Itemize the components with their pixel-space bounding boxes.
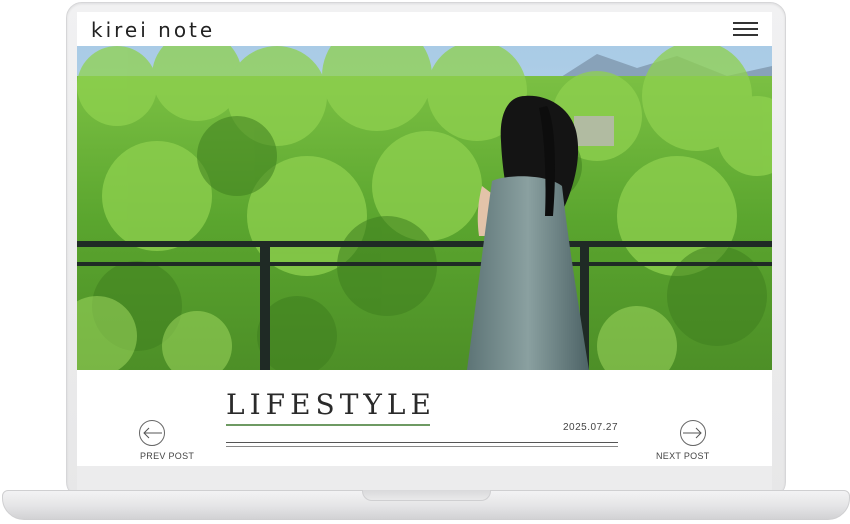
menu-bar (733, 22, 758, 24)
hamburger-menu-icon[interactable] (733, 20, 758, 38)
category-underline (226, 424, 430, 426)
prev-post-link[interactable]: PREV POST (140, 451, 194, 461)
post-date: 2025.07.27 (563, 422, 619, 433)
arrow-right-circle-icon[interactable] (680, 420, 706, 446)
post-info: LIFESTYLE 2025.07.27 PREV POST NEXT POST (77, 370, 772, 466)
divider (226, 442, 618, 443)
laptop-notch (362, 490, 491, 501)
hero-image (77, 46, 772, 370)
laptop-screen: kirei note LIFESTYLE 2025.07.27 PREV POS… (77, 12, 772, 466)
arrow-left-circle-icon[interactable] (139, 420, 165, 446)
menu-bar (733, 28, 758, 30)
post-category[interactable]: LIFESTYLE (226, 388, 436, 421)
menu-bar (733, 34, 758, 36)
next-post-link[interactable]: NEXT POST (656, 451, 710, 461)
site-header: kirei note (77, 12, 772, 46)
site-logo[interactable]: kirei note (91, 18, 215, 42)
laptop-chin (77, 466, 772, 490)
hero-photo (77, 46, 772, 370)
divider (226, 446, 618, 447)
